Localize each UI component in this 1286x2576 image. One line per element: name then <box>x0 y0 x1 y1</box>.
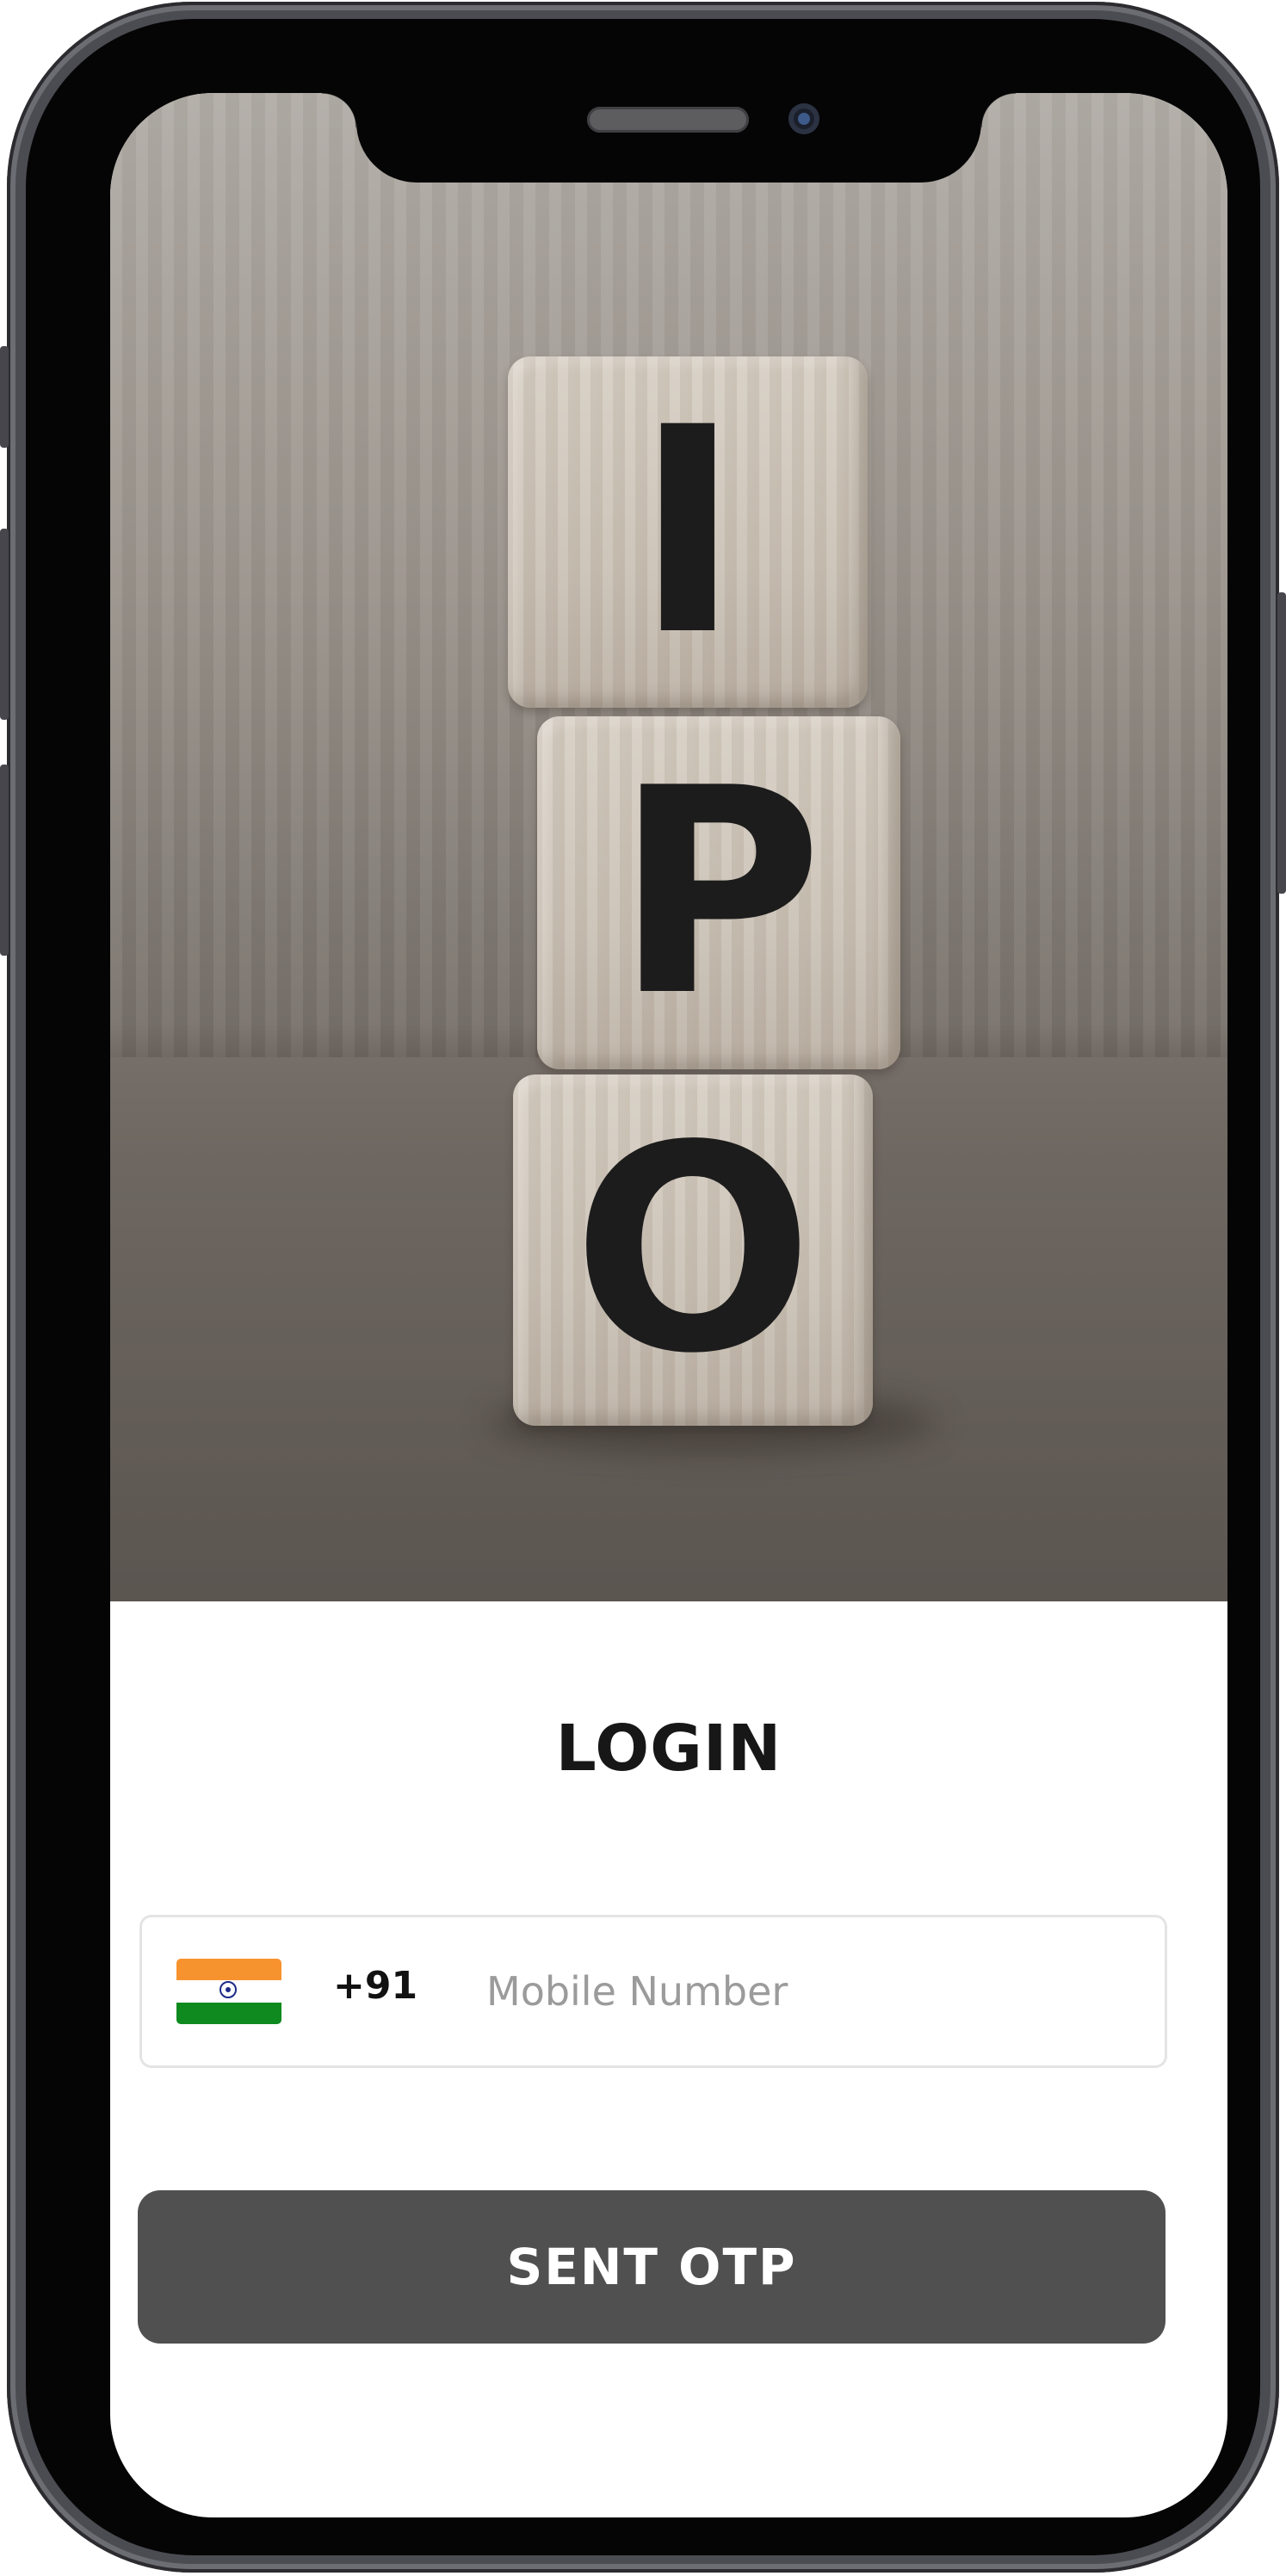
app-screen: I P O LOGIN +91 SENT OTP <box>110 93 1227 2517</box>
volume-down-button <box>0 765 9 956</box>
cube-letter-i: I <box>508 356 868 708</box>
ashoka-chakra-icon <box>219 1981 237 1999</box>
page-title: LOGIN <box>555 1712 782 1786</box>
front-camera <box>788 103 819 134</box>
mobile-number-input[interactable] <box>486 1943 1141 2040</box>
phone-number-field[interactable]: +91 <box>139 1915 1167 2068</box>
flag-white-band <box>176 1980 281 2003</box>
cube-letter-p: P <box>537 716 900 1069</box>
silent-switch <box>0 346 9 448</box>
device-notch <box>322 93 1016 183</box>
india-flag-icon[interactable] <box>176 1959 281 2024</box>
send-otp-button[interactable]: SENT OTP <box>138 2190 1165 2344</box>
volume-up-button <box>0 529 9 720</box>
phone-bezel: I P O LOGIN +91 SENT OTP <box>26 19 1260 2555</box>
speaker-grille <box>587 107 749 133</box>
hero-image: I P O <box>110 93 1227 1601</box>
cube-letter-o: O <box>513 1074 873 1426</box>
flag-saffron-band <box>176 1959 281 1981</box>
power-button <box>1277 592 1286 894</box>
country-dial-code[interactable]: +91 <box>333 1964 417 2008</box>
flag-green-band <box>176 2002 281 2024</box>
